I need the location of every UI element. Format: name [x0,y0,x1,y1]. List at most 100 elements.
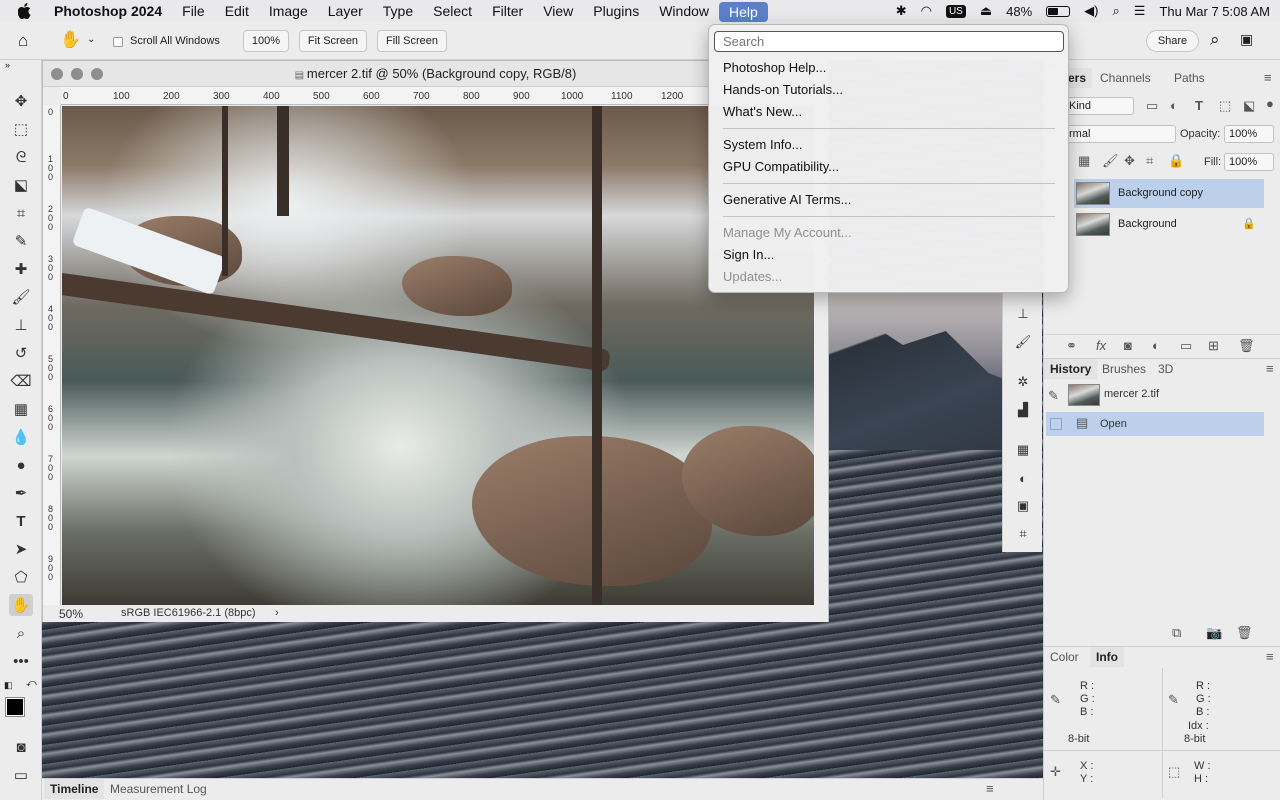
lock-pixels-icon[interactable]: 🖌 [1102,153,1119,169]
menu-view[interactable]: View [533,0,583,22]
layer-name[interactable]: Background [1118,210,1177,239]
path-select-tool-icon[interactable]: ➤ [9,538,33,560]
swatches-icon[interactable]: ▦ [1012,440,1034,460]
filter-toggle-icon[interactable]: ● [1266,96,1274,111]
menu-edit[interactable]: Edit [215,0,259,22]
delete-state-icon[interactable]: 🗑 [1236,625,1253,641]
filter-pixel-icon[interactable]: ▭ [1146,98,1158,114]
layer-style-icon[interactable]: fx [1096,338,1106,353]
opacity-input[interactable]: 100% [1224,125,1274,143]
tab-timeline[interactable]: Timeline [44,779,105,799]
default-colors-icon[interactable]: ◧ [4,680,13,691]
more-tools-icon[interactable]: ••• [9,650,33,672]
help-menu-sign-in[interactable]: Sign In... [723,244,774,266]
bluetooth-icon[interactable]: ✱ [896,3,907,19]
panel-menu-icon[interactable]: ≡ [1266,361,1274,376]
tab-color[interactable]: Color [1044,647,1085,667]
zoom-tool-icon[interactable]: ⌕ [9,622,33,644]
filter-shape-icon[interactable]: ⬚ [1219,98,1231,114]
scroll-all-windows-checkbox[interactable] [113,37,123,47]
menu-help[interactable]: Help [719,1,768,22]
help-menu-system-info[interactable]: System Info... [723,134,802,156]
delete-layer-icon[interactable]: 🗑 [1238,338,1255,354]
control-center-icon[interactable]: ☰ [1134,3,1146,19]
zoom-window-button[interactable] [91,68,103,80]
layer-name[interactable]: Background copy [1118,179,1203,208]
tab-3d[interactable]: 3D [1152,359,1179,379]
layer-row-background[interactable]: Background 🔒 [1074,210,1264,239]
fill-screen-button[interactable]: Fill Screen [377,30,447,52]
snapshot-camera-icon[interactable]: 📷 [1206,625,1222,641]
apple-icon[interactable] [18,3,32,19]
lock-position-icon[interactable]: ✥ [1124,153,1135,169]
add-mask-icon[interactable]: ◙ [1124,338,1132,353]
histogram-icon[interactable]: ▟ [1012,400,1034,420]
tab-history[interactable]: History [1044,359,1098,379]
battery-icon[interactable] [1046,5,1071,17]
filter-adjustment-icon[interactable]: ◐ [1170,98,1178,113]
collapse-icon[interactable]: » [5,60,10,70]
tab-channels[interactable]: Channels [1094,68,1157,88]
fit-screen-button[interactable]: Fit Screen [299,30,367,52]
minimize-window-button[interactable] [71,68,83,80]
tab-brushes[interactable]: Brushes [1096,359,1152,379]
quick-mask-icon[interactable]: ◙ [9,736,33,758]
clock[interactable]: Thu Mar 7 5:08 AM [1159,4,1270,19]
marquee-tool-icon[interactable]: ⬚ [9,118,33,140]
menu-app-name[interactable]: Photoshop 2024 [44,0,172,22]
history-checkbox[interactable] [1050,418,1062,430]
clone-source-icon[interactable]: ⊥ [1012,304,1034,324]
panel-menu-icon[interactable]: ≡ [1266,649,1274,664]
gradient-tool-icon[interactable]: ▦ [9,398,33,420]
adjustments-icon[interactable]: ✲ [1012,372,1034,392]
menu-plugins[interactable]: Plugins [583,0,649,22]
menu-image[interactable]: Image [259,0,318,22]
new-layer-icon[interactable]: ⊞ [1208,338,1219,354]
swap-colors-icon[interactable]: ⤺ [26,678,37,689]
vertical-ruler[interactable]: 0 100 200 300 400 500 600 700 800 900 [43,105,61,605]
workspace-icon[interactable]: ▣ [1240,31,1253,48]
move-tool-icon[interactable]: ✥ [9,90,33,112]
tab-paths[interactable]: Paths [1168,68,1211,88]
share-button[interactable]: Share [1146,30,1199,52]
eyedropper-tool-icon[interactable]: ✎ [9,230,33,252]
close-window-button[interactable] [51,68,63,80]
new-group-icon[interactable]: ▭ [1180,338,1192,354]
clone-stamp-tool-icon[interactable]: ⊥ [9,314,33,336]
link-layers-icon[interactable]: ⚭ [1066,338,1077,354]
chevron-right-icon[interactable]: › [275,605,279,622]
help-menu-photoshop-help[interactable]: Photoshop Help... [723,57,826,79]
zoom-level[interactable]: 50% [59,606,83,623]
blend-mode-select[interactable]: rmal [1064,125,1176,143]
eraser-tool-icon[interactable]: ⌫ [9,370,33,392]
menu-select[interactable]: Select [423,0,482,22]
home-icon[interactable]: ⌂ [18,31,28,51]
menu-layer[interactable]: Layer [318,0,373,22]
shapes-icon[interactable]: ◐ [1012,468,1034,488]
layer-row-background-copy[interactable]: Background copy [1074,179,1264,208]
tab-info[interactable]: Info [1090,647,1124,667]
brush-settings-icon[interactable]: 🖌 [1012,332,1034,352]
menu-type[interactable]: Type [373,0,423,22]
hand-tool-icon[interactable]: ✋ [9,594,33,616]
history-brush-source-icon[interactable]: ✎ [1048,388,1059,404]
patterns-icon[interactable]: ⌗ [1012,524,1034,544]
help-menu-gpu-compatibility[interactable]: GPU Compatibility... [723,156,839,178]
snapshot-name[interactable]: mercer 2.tif [1104,388,1159,400]
brush-tool-icon[interactable]: 🖌 [9,286,33,308]
volume-icon[interactable]: ◀) [1084,3,1098,19]
panel-menu-icon[interactable]: ≡ [986,781,994,796]
history-snapshot-row[interactable]: ✎ mercer 2.tif [1044,382,1280,408]
blur-tool-icon[interactable]: 💧 [9,426,33,448]
eyedropper-icon[interactable]: ✎ [1050,692,1061,708]
panel-menu-icon[interactable]: ≡ [1264,70,1272,85]
history-brush-tool-icon[interactable]: ↺ [9,342,33,364]
hand-tool-icon[interactable]: ✋ [60,30,81,50]
wifi-icon[interactable]: ◠ [921,3,932,19]
screen-mode-icon[interactable]: ▭ [9,764,33,786]
eyedropper-icon[interactable]: ✎ [1168,692,1179,708]
history-state-row[interactable]: ▤ Open [1046,412,1264,436]
pen-tool-icon[interactable]: ✒ [9,482,33,504]
gradients-icon[interactable]: ▣ [1012,496,1034,516]
object-select-tool-icon[interactable]: ⬕ [9,174,33,196]
